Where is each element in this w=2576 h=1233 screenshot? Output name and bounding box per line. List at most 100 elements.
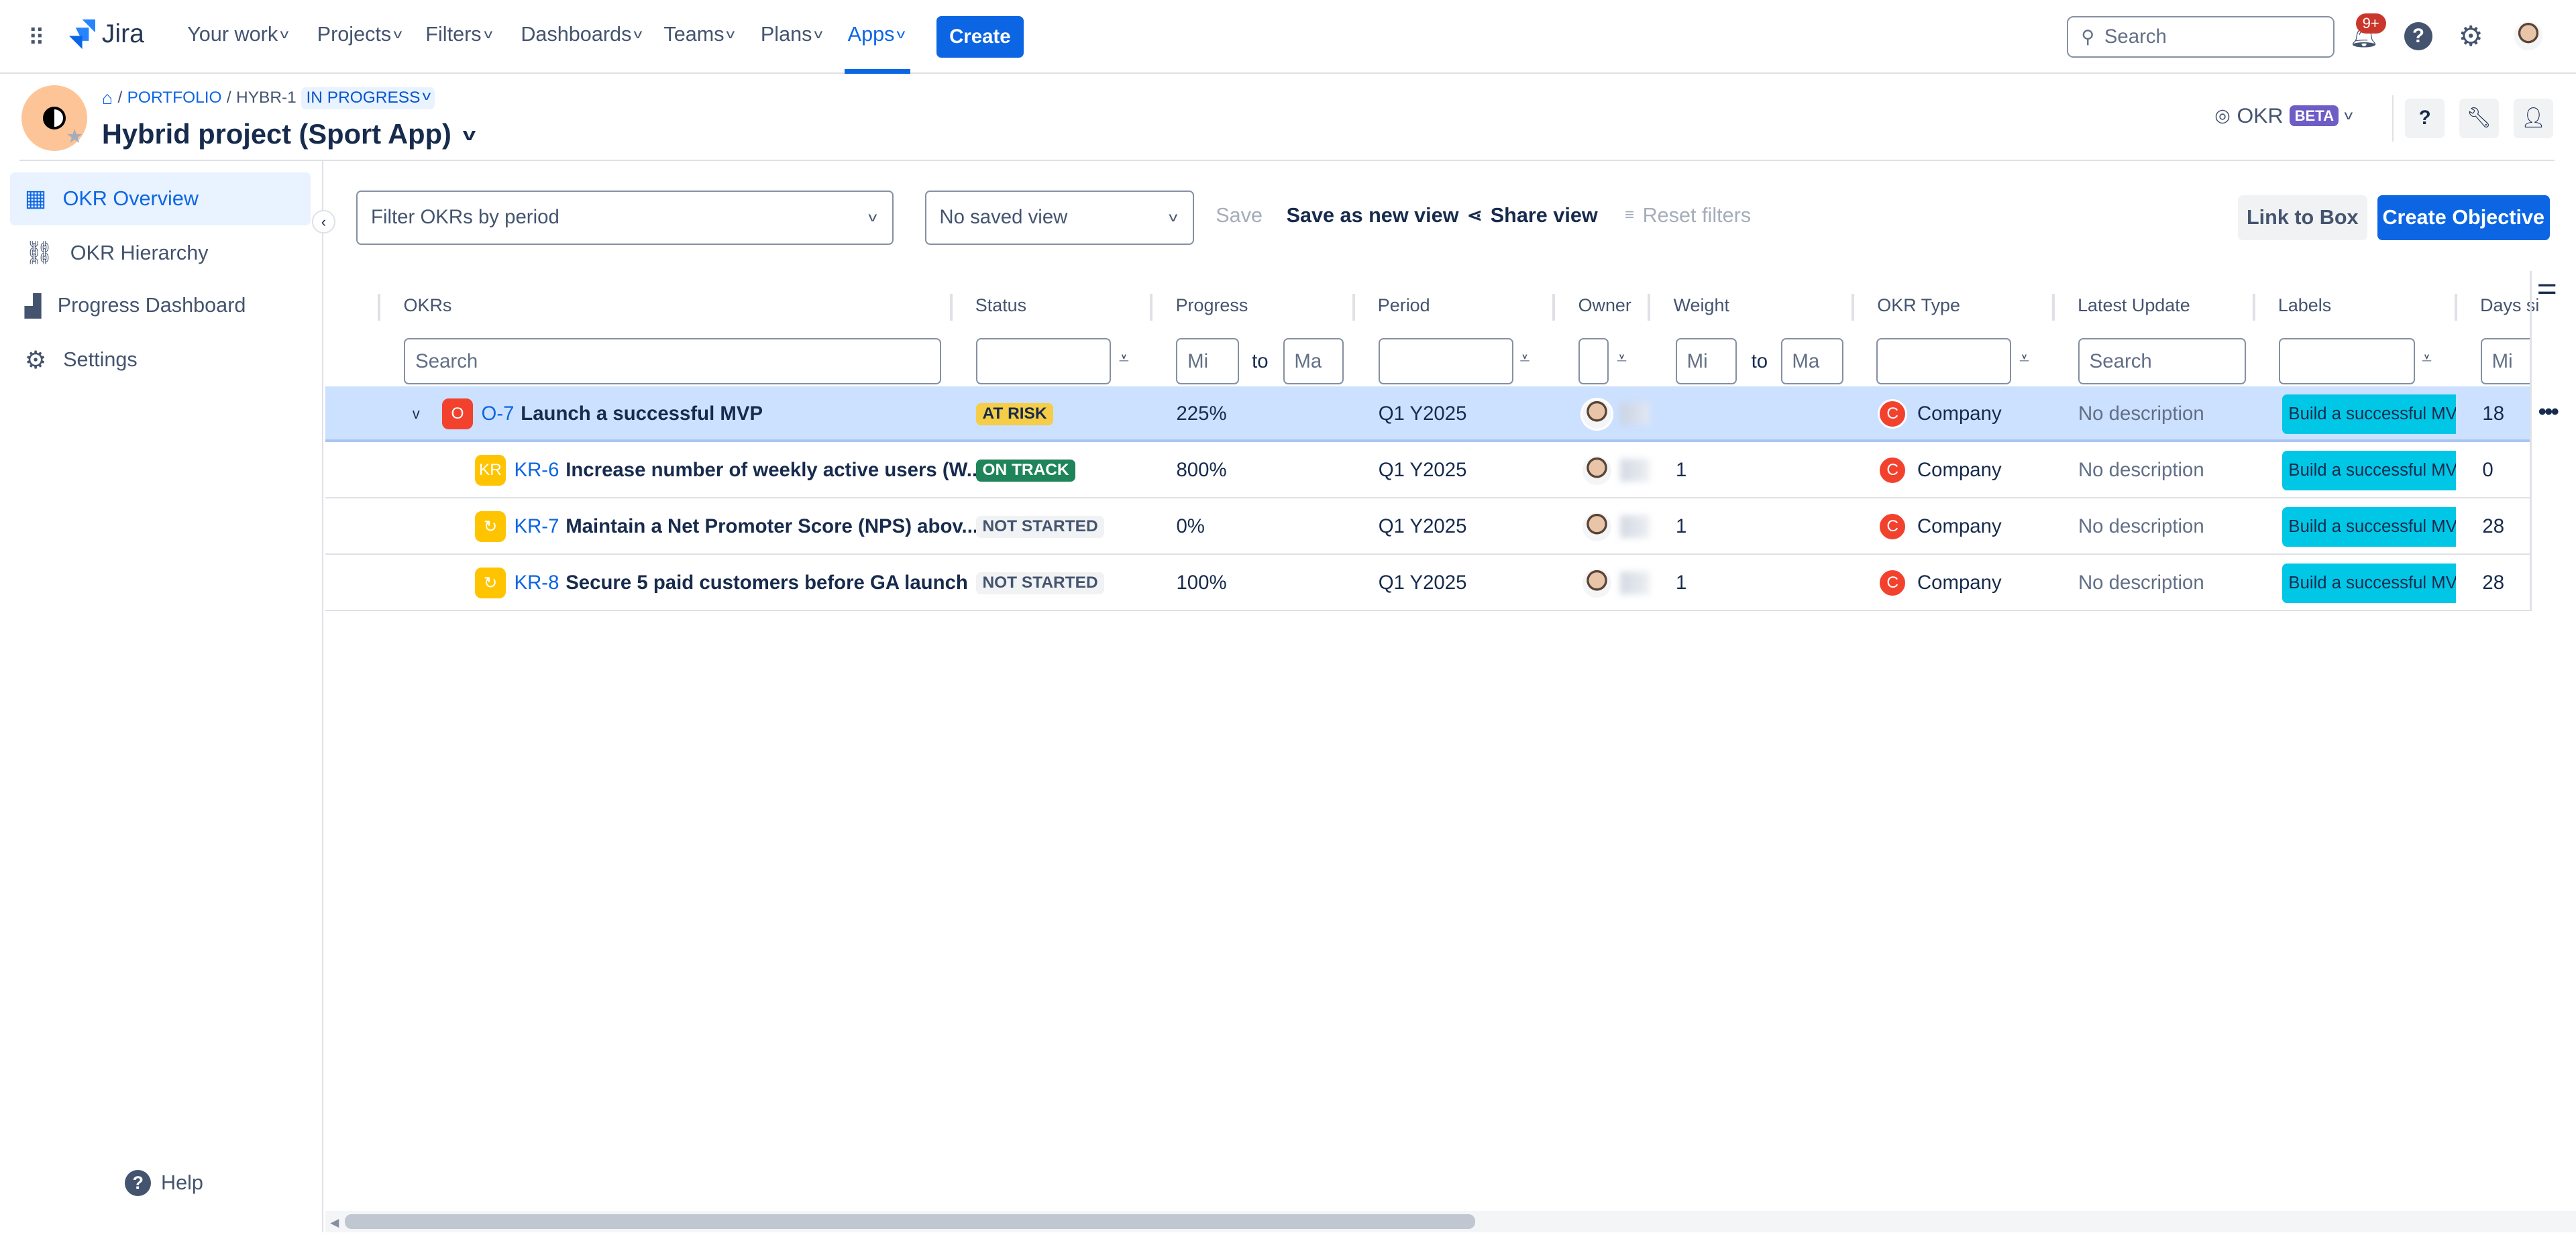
nav-filters[interactable]: Filters v (425, 23, 492, 46)
okr-title[interactable]: Maintain a Net Promoter Score (NPS) abov… (566, 515, 978, 538)
label-tag[interactable]: Build a successful MVP (2282, 563, 2457, 603)
help-button[interactable]: ? (2405, 98, 2445, 138)
help-link[interactable]: ? Help (125, 1169, 203, 1196)
sidebar-item-okr-overview[interactable]: ▦ OKR Overview (9, 172, 311, 225)
sidebar-item-settings[interactable]: ⚙ Settings (10, 333, 311, 386)
project-title[interactable]: Hybrid project (Sport App) v (102, 118, 476, 150)
nav-dashboards[interactable]: Dashboards v (521, 23, 642, 46)
status-badge[interactable]: ON TRACK (975, 459, 1076, 482)
column-header[interactable]: OKRs (378, 294, 451, 321)
sidebar-item-progress-dashboard[interactable]: ▟ Progress Dashboard (10, 279, 311, 331)
okr-title[interactable]: Secure 5 paid customers before GA launch (566, 572, 968, 594)
horizontal-scrollbar[interactable]: ◀ (325, 1210, 2576, 1232)
share-view-button[interactable]: ⋖ Share view (1467, 204, 1598, 227)
table-row[interactable]: ↻ KR-7 Maintain a Net Promoter Score (NP… (325, 499, 2530, 555)
days-value: 28 (2482, 515, 2505, 538)
collapse-sidebar-button[interactable]: ‹ (312, 210, 335, 233)
table-row[interactable]: v O O-7 Launch a successful MVP AT RISK … (325, 386, 2530, 442)
okr-key-link[interactable]: KR-8 (514, 572, 559, 594)
okr-type-filter-select[interactable] (1876, 338, 2011, 385)
period-filter-select[interactable] (1378, 338, 1513, 385)
filter-icon[interactable]: ⩡ (1519, 348, 1529, 370)
okr-key-link[interactable]: O-7 (482, 403, 515, 425)
reset-filters-button[interactable]: ≡ Reset filters (1625, 204, 1751, 227)
weight-max-input[interactable]: Ma (1780, 338, 1843, 385)
okr-title[interactable]: Increase number of weekly active users (… (566, 459, 983, 482)
label-tag[interactable]: Build a successful MVP (2282, 394, 2457, 434)
okr-key-link[interactable]: KR-7 (514, 515, 559, 538)
status-filter-select[interactable] (975, 338, 1111, 385)
breadcrumb-portfolio[interactable]: PORTFOLIO (127, 89, 222, 107)
progress-min-input[interactable]: Mi (1176, 338, 1239, 385)
label-tag[interactable]: Build a successful MVP (2282, 450, 2457, 490)
filter-icon[interactable]: ⩡ (2422, 348, 2432, 370)
weight-value: 1 (1675, 515, 1687, 538)
column-header[interactable]: Labels (2252, 294, 2331, 321)
create-button[interactable]: Create (936, 16, 1024, 58)
period-filter-select[interactable]: Filter OKRs by period v (356, 191, 894, 245)
filter-icon[interactable]: ⩡ (1119, 348, 1129, 370)
filter-icon[interactable]: ⩡ (1617, 348, 1627, 370)
owner[interactable] (1580, 443, 1650, 498)
user-button[interactable]: 👤︎ (2513, 98, 2553, 138)
save-button[interactable]: Save (1216, 204, 1263, 227)
labels-filter-select[interactable] (2278, 338, 2416, 385)
owner[interactable] (1580, 555, 1650, 611)
create-objective-button[interactable]: Create Objective (2377, 195, 2550, 240)
column-header[interactable]: Progress (1150, 294, 1248, 321)
sidebar-item-okr-hierarchy[interactable]: ⛓ OKR Hierarchy (10, 227, 311, 279)
okr-app-menu[interactable]: ◎ OKR BETA v (2214, 103, 2353, 128)
nav-plans[interactable]: Plans v (761, 23, 823, 46)
nav-projects[interactable]: Projects v (317, 23, 402, 46)
status-badge[interactable]: AT RISK (975, 403, 1054, 425)
chevron-down-icon[interactable]: v (413, 386, 420, 442)
weight-min-input[interactable]: Mi (1675, 338, 1737, 385)
column-header[interactable]: Days si (2454, 294, 2539, 321)
column-header[interactable]: Weight (1648, 294, 1729, 321)
tools-button[interactable]: 🔧︎ (2459, 98, 2499, 138)
beta-badge: BETA (2290, 105, 2339, 127)
nav-teams[interactable]: Teams v (663, 23, 735, 46)
column-header[interactable]: Period (1352, 294, 1430, 321)
chevron-down-icon: v (280, 27, 289, 42)
star-icon[interactable]: ★ (66, 125, 83, 148)
settings-button[interactable]: ⚙ (2453, 18, 2489, 54)
link-to-box-button[interactable]: Link to Box (2237, 195, 2367, 240)
filter-icon[interactable]: ⩡ (2019, 348, 2029, 370)
help-button[interactable]: ? (2400, 18, 2436, 54)
saved-view-select[interactable]: No saved view v (924, 191, 1195, 245)
jira-logo[interactable]: Jira (68, 19, 144, 50)
okr-title[interactable]: Launch a successful MVP (521, 403, 763, 425)
save-as-new-view-button[interactable]: Save as new view (1287, 204, 1459, 227)
status-badge[interactable]: NOT STARTED (975, 572, 1105, 594)
owner[interactable] (1580, 386, 1650, 442)
progress-max-input[interactable]: Ma (1283, 338, 1344, 385)
table-row[interactable]: KR KR-6 Increase number of weekly active… (325, 443, 2530, 498)
nav-apps[interactable]: Apps v (848, 23, 906, 46)
owner[interactable] (1580, 499, 1650, 555)
home-icon[interactable]: ⌂ (102, 88, 113, 109)
column-header[interactable]: Latest Update (2051, 294, 2190, 321)
okr-search-input[interactable]: Search (404, 338, 942, 385)
status-dropdown[interactable]: IN PROGRESS v (301, 87, 435, 109)
breadcrumb-issue[interactable]: HYBR-1 (236, 89, 297, 107)
progress-value: 800% (1176, 459, 1227, 482)
owner-filter-select[interactable] (1578, 338, 1609, 385)
app-switcher-icon[interactable]: ⠿ (28, 25, 45, 52)
scroll-left-icon[interactable]: ◀ (330, 1216, 339, 1230)
scrollbar-thumb[interactable] (345, 1214, 1476, 1229)
column-header[interactable]: Status (949, 294, 1026, 321)
okr-key-link[interactable]: KR-6 (514, 459, 559, 482)
column-settings-icon[interactable]: ⚌ (2536, 273, 2557, 300)
days-min-input[interactable]: Mi (2480, 338, 2530, 385)
search-input[interactable]: ⚲ Search (2066, 16, 2334, 58)
label-tag[interactable]: Build a successful MVP (2282, 506, 2457, 547)
column-header[interactable]: OKR Type (1851, 294, 1960, 321)
avatar[interactable] (2512, 19, 2545, 53)
latest-update-search-input[interactable]: Search (2078, 338, 2246, 385)
status-badge[interactable]: NOT STARTED (975, 515, 1105, 538)
nav-your-work[interactable]: Your work v (187, 23, 288, 46)
more-actions-icon[interactable]: ••• (2538, 399, 2559, 425)
column-header[interactable]: Owner (1552, 294, 1631, 321)
table-row[interactable]: ↻ KR-8 Secure 5 paid customers before GA… (325, 555, 2530, 611)
